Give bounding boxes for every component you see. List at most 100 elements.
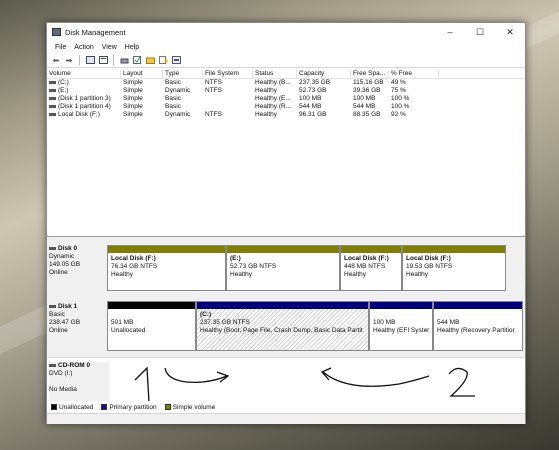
annotation-arrow-right: [164, 367, 230, 384]
volume-row[interactable]: (Disk 1 partition 3) Simple Basic Health…: [47, 95, 525, 103]
console-icon[interactable]: [85, 55, 95, 65]
partition-text: Local Disk (F:) 76.34 GB NTFS Healthy: [111, 255, 158, 278]
disk-name: Disk 0: [49, 245, 107, 253]
column-header-status[interactable]: Status: [253, 70, 297, 79]
free-space-cell: 100 MB: [353, 95, 376, 102]
legend-swatch: [164, 404, 171, 410]
volume-name-cell: (E:): [47, 87, 121, 94]
status-cell: Healthy (R...: [255, 103, 292, 110]
drive-icon: [49, 96, 56, 100]
partition-unallocated[interactable]: 501 MB Unallocated: [107, 301, 196, 351]
help-icon[interactable]: [98, 55, 108, 65]
percent-free-cell: 100 %: [391, 103, 410, 110]
disk-status: Online: [49, 269, 68, 276]
disk-size: 238.47 GB: [49, 319, 81, 326]
column-header-file-system[interactable]: File System: [203, 70, 253, 79]
toolbar-separator: [113, 55, 114, 65]
partition[interactable]: Local Disk (F:) 19.53 GB NTFS Healthy: [402, 245, 506, 291]
partition[interactable]: Local Disk (F:) 448 MB NTFS Healthy: [340, 245, 402, 291]
percent-free-cell: 75 %: [391, 87, 406, 94]
column-header-percent-free[interactable]: % Free: [389, 70, 439, 79]
volume-name-cell: (C:): [47, 79, 121, 86]
column-header-free-space[interactable]: Free Spa...: [351, 70, 389, 79]
free-space-cell: 115.16 GB: [353, 79, 384, 86]
partition-text: Local Disk (F:) 19.53 GB NTFS Healthy: [406, 255, 453, 278]
folder-icon[interactable]: [145, 55, 155, 65]
menu-view[interactable]: View: [98, 44, 121, 51]
unallocated-bar: [108, 302, 195, 309]
wizard-icon[interactable]: [158, 55, 168, 65]
layout-cell: Simple: [123, 95, 143, 102]
disk-size: 149.05 GB: [49, 261, 81, 268]
layout-cell: Simple: [123, 87, 143, 94]
menu-help[interactable]: Help: [121, 44, 143, 51]
drive-icon: [49, 88, 56, 92]
disk-type: Dynamic: [49, 253, 75, 260]
annotation-digit-two: [448, 367, 475, 397]
capacity-cell: 237.35 GB: [299, 79, 331, 86]
toolbar-separator: [79, 55, 80, 65]
column-header-layout[interactable]: Layout: [121, 70, 163, 79]
volume-row[interactable]: (C:) Simple Basic NTFS Healthy (B... 237…: [47, 79, 525, 87]
disk-0-label[interactable]: Disk 0 Dynamic 149.05 GB Online: [49, 245, 107, 277]
menu-file[interactable]: File: [51, 44, 70, 51]
settings-icon[interactable]: [171, 55, 181, 65]
percent-free-cell: 100 %: [391, 95, 410, 102]
volume-row[interactable]: (E:) Simple Dynamic NTFS Healthy 52.73 G…: [47, 87, 525, 95]
check-icon[interactable]: [132, 55, 142, 65]
forward-arrow-icon[interactable]: ➡: [64, 55, 74, 65]
partition-selected[interactable]: (C:) 237.35 GB NTFS Healthy (Boot, Page Fi…: [196, 301, 369, 351]
back-arrow-icon[interactable]: ⬅: [51, 55, 61, 65]
drive-icon: [49, 80, 56, 84]
maximize-button[interactable]: ☐: [465, 23, 495, 41]
simple-volume-bar: [227, 246, 339, 253]
drive-icon: [49, 112, 56, 116]
partition[interactable]: 100 MB Healthy (EFI Syster: [369, 301, 433, 351]
primary-partition-bar: [370, 302, 432, 309]
disk-icon: [49, 304, 56, 308]
partition-text: (E:) 52.73 GB NTFS Healthy: [230, 255, 277, 278]
capacity-cell: 52.73 GB: [299, 87, 327, 94]
menu-bar: File Action View Help: [47, 41, 525, 53]
menu-action[interactable]: Action: [70, 44, 97, 51]
close-button[interactable]: ✕: [495, 23, 525, 41]
column-header-type[interactable]: Type: [163, 70, 203, 79]
type-cell: Dynamic: [165, 87, 191, 94]
disk-icon: [49, 246, 56, 250]
simple-volume-bar: [341, 246, 401, 253]
partition[interactable]: (E:) 52.73 GB NTFS Healthy: [226, 245, 340, 291]
primary-partition-bar: [434, 302, 522, 309]
window-title: Disk Management: [65, 27, 126, 37]
legend: Unallocated Primary partition Simple vol…: [47, 401, 525, 413]
cdrom-status: No Media: [49, 386, 77, 393]
volume-name-cell: Local Disk (F:): [47, 111, 121, 118]
column-header-capacity[interactable]: Capacity: [297, 70, 351, 79]
disk-management-icon: [52, 28, 61, 36]
properties-icon[interactable]: [119, 55, 129, 65]
volume-row[interactable]: Local Disk (F:) Simple Dynamic NTFS Heal…: [47, 111, 525, 119]
capacity-cell: 96.31 GB: [299, 111, 327, 118]
partition[interactable]: 544 MB Healthy (Recovery Partitior: [433, 301, 523, 351]
cdrom-name: CD-ROM 0: [49, 362, 109, 370]
layout-cell: Simple: [123, 103, 143, 110]
status-cell: Healthy: [255, 111, 278, 118]
type-cell: Dynamic: [165, 111, 191, 118]
status-bar: [47, 413, 525, 424]
type-cell: Basic: [165, 79, 181, 86]
disk-graphical-view: Disk 0 Dynamic 149.05 GB Online Local Di…: [47, 236, 525, 410]
title-bar[interactable]: Disk Management – ☐ ✕: [47, 23, 525, 41]
file-system-cell: NTFS: [205, 79, 222, 86]
partition-text: 544 MB Healthy (Recovery Partitior: [437, 319, 515, 334]
disk-name: Disk 1: [49, 303, 107, 311]
disk-1-label[interactable]: Disk 1 Basic 238.47 GB Online: [49, 303, 107, 335]
volume-name-cell: (Disk 1 partition 4): [47, 103, 121, 110]
volume-list-header: Volume Layout Type File System Status Ca…: [47, 69, 525, 79]
volume-row[interactable]: (Disk 1 partition 4) Simple Basic Health…: [47, 103, 525, 111]
partition[interactable]: Local Disk (F:) 76.34 GB NTFS Healthy: [107, 245, 226, 291]
legend-simple: Simple volume: [164, 404, 215, 411]
minimize-button[interactable]: –: [435, 23, 465, 41]
column-header-volume[interactable]: Volume: [47, 70, 121, 79]
free-space-cell: 88.35 GB: [353, 111, 381, 118]
partition-text: 501 MB Unallocated: [111, 319, 146, 334]
legend-swatch: [51, 404, 57, 410]
